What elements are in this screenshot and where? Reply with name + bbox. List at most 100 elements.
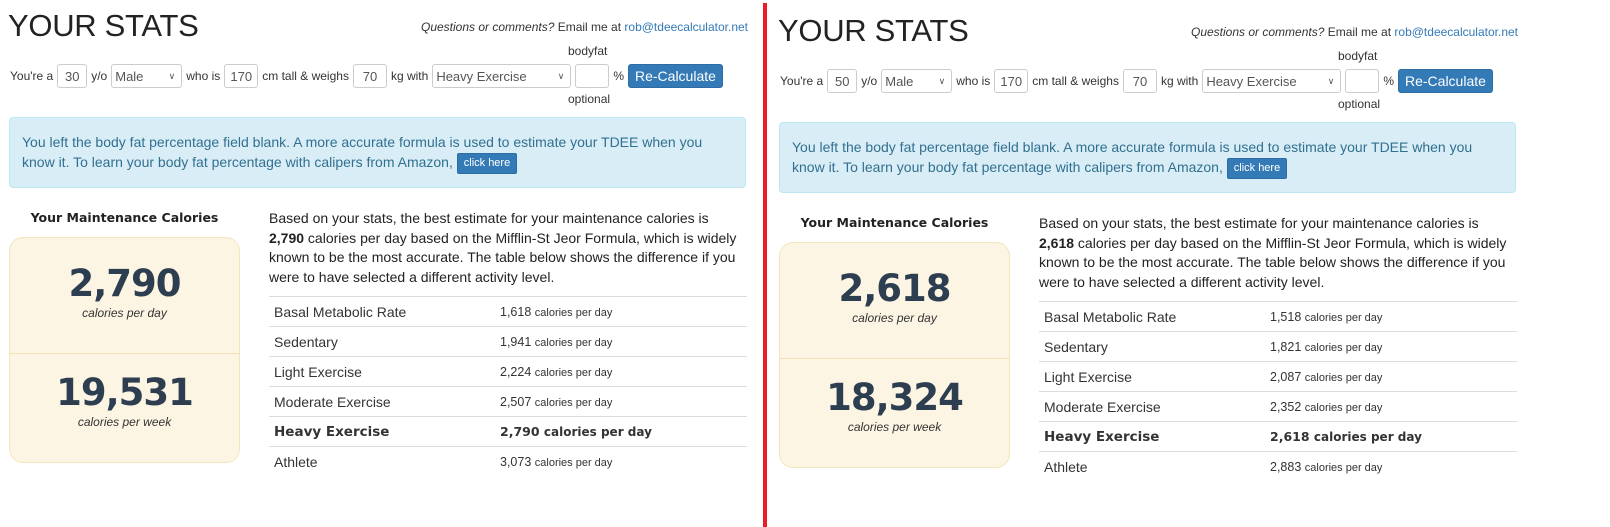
gender-value: Male <box>885 73 914 89</box>
weight-input[interactable]: 70 <box>352 64 387 88</box>
page-title: YOUR STATS <box>8 8 199 43</box>
calories-per-week-value: 18,324 <box>826 376 964 419</box>
activity-value: Heavy Exercise <box>1206 73 1297 89</box>
table-row: Athlete 3,073 calories per day <box>269 447 747 477</box>
calories-value: 1,941 calories per day <box>500 335 612 349</box>
height-input[interactable]: 170 <box>994 69 1029 93</box>
activity-level-label: Light Exercise <box>274 363 362 380</box>
calories-unit: calories per day <box>1304 371 1383 384</box>
activity-level-label: Basal Metabolic Rate <box>1044 308 1177 325</box>
email-link[interactable]: rob@tdeecalculator.net <box>624 20 748 34</box>
gender-select[interactable]: Male ∨ <box>881 69 953 93</box>
activity-level-label: Heavy Exercise <box>1044 428 1160 445</box>
table-row: Moderate Exercise 2,507 calories per day <box>269 387 747 417</box>
activity-select[interactable]: Heavy Exercise ∨ <box>1202 69 1342 93</box>
contact-mid: Email me at <box>554 20 625 34</box>
calories-value: 1,518 calories per day <box>1270 310 1382 324</box>
optional-label: optional <box>1338 97 1381 111</box>
recalculate-button[interactable]: Re-Calculate <box>1397 69 1493 93</box>
age-input[interactable]: 50 <box>827 69 858 93</box>
table-row: Heavy Exercise 2,790 calories per day <box>269 417 747 447</box>
activity-level-label: Moderate Exercise <box>274 393 391 410</box>
calories-number: 2,352 <box>1270 399 1302 414</box>
calories-unit: calories per day <box>534 306 613 319</box>
calories-unit: calories per day <box>1313 430 1422 444</box>
yo-label: y/o <box>861 74 878 88</box>
table-row: Athlete 2,883 calories per day <box>1039 452 1517 482</box>
table-row: Heavy Exercise 2,618 calories per day <box>1039 422 1517 452</box>
stats-panel: YOUR STATS Questions or comments? Email … <box>0 0 760 520</box>
contact-line: Questions or comments? Email me at rob@t… <box>421 20 748 34</box>
cm-tall-label: cm tall & weighs <box>1032 74 1119 88</box>
activity-level-label: Athlete <box>1044 459 1088 475</box>
bodyfat-input[interactable] <box>1345 69 1380 93</box>
calories-per-day-value: 2,618 <box>838 267 951 310</box>
calories-value: 3,073 calories per day <box>500 455 612 469</box>
calories-number: 1,821 <box>1270 339 1302 354</box>
activity-select[interactable]: Heavy Exercise ∨ <box>432 64 572 88</box>
weekly-section: 18,324 calories per week <box>780 358 1009 467</box>
gender-select[interactable]: Male ∨ <box>111 64 183 88</box>
weekly-section: 19,531 calories per week <box>10 353 239 462</box>
desc-before: Based on your stats, the best estimate f… <box>269 210 709 226</box>
desc-after: calories per day based on the Mifflin-St… <box>1039 234 1507 290</box>
daily-section: 2,790 calories per day <box>10 238 239 353</box>
calories-value: 2,087 calories per day <box>1270 370 1382 384</box>
activity-level-label: Basal Metabolic Rate <box>274 303 407 320</box>
gender-value: Male <box>115 68 144 84</box>
contact-prefix: Questions or comments? <box>1190 25 1325 39</box>
maintenance-card: 2,618 calories per day 18,324 calories per… <box>779 242 1010 468</box>
calories-per-day-label: calories per day <box>82 306 167 320</box>
description: Based on your stats, the best estimate f… <box>1039 214 1517 292</box>
description: Based on your stats, the best estimate f… <box>269 209 747 287</box>
desc-value: 2,790 <box>269 229 305 246</box>
calories-value: 1,618 calories per day <box>500 305 612 319</box>
calories-unit: calories per day <box>534 366 613 379</box>
activity-value: Heavy Exercise <box>436 68 527 84</box>
weight-input[interactable]: 70 <box>1122 69 1157 93</box>
click-here-button[interactable]: click here <box>1226 157 1288 179</box>
age-input[interactable]: 30 <box>57 64 88 88</box>
recalculate-button[interactable]: Re-Calculate <box>627 64 723 88</box>
bodyfat-input[interactable] <box>575 64 610 88</box>
calories-per-day-value: 2,790 <box>68 262 181 305</box>
calories-value: 2,507 calories per day <box>500 395 612 409</box>
calories-unit: calories per day <box>534 457 613 469</box>
calories-unit: calories per day <box>1304 341 1383 354</box>
chevron-down-icon: ∨ <box>557 70 565 81</box>
desc-before: Based on your stats, the best estimate f… <box>1039 215 1479 231</box>
table-row: Basal Metabolic Rate 1,618 calories per … <box>269 297 747 327</box>
calories-unit: calories per day <box>534 336 613 349</box>
activity-level-label: Light Exercise <box>1044 368 1132 385</box>
calories-per-week-label: calories per week <box>847 420 942 434</box>
table-row: Light Exercise 2,087 calories per day <box>1039 362 1517 392</box>
table-row: Light Exercise 2,224 calories per day <box>269 357 747 387</box>
red-divider <box>763 3 767 527</box>
activity-level-label: Athlete <box>274 454 318 470</box>
youre-a-label: You're a <box>10 69 54 83</box>
kg-with-label: kg with <box>1160 74 1199 88</box>
who-is-label: who is <box>186 69 221 83</box>
table-row: Moderate Exercise 2,352 calories per day <box>1039 392 1517 422</box>
table-row: Sedentary 1,821 calories per day <box>1039 332 1517 362</box>
calories-unit: calories per day <box>1304 401 1383 414</box>
bodyfat-alert: You left the body fat percentage field b… <box>779 122 1516 193</box>
activity-level-label: Heavy Exercise <box>274 423 390 440</box>
bodyfat-alert: You left the body fat percentage field b… <box>9 117 746 188</box>
calories-number: 2,883 <box>1270 460 1302 474</box>
calories-per-week-value: 19,531 <box>56 371 194 414</box>
calories-unit: calories per day <box>1304 462 1383 474</box>
click-here-button[interactable]: click here <box>456 152 518 174</box>
calories-number: 2,507 <box>500 394 532 409</box>
calories-value: 2,883 calories per day <box>1270 460 1382 474</box>
calories-per-day-label: calories per day <box>852 311 937 325</box>
desc-after: calories per day based on the Mifflin-St… <box>269 229 737 285</box>
height-input[interactable]: 170 <box>224 64 259 88</box>
table-row: Sedentary 1,941 calories per day <box>269 327 747 357</box>
calories-number: 3,073 <box>500 455 532 469</box>
email-link[interactable]: rob@tdeecalculator.net <box>1394 25 1518 39</box>
chevron-down-icon: ∨ <box>1327 75 1335 86</box>
stats-form: You're a 30 y/o Male ∨ who is 170 cm tall… <box>10 64 723 88</box>
calories-unit: calories per day <box>543 425 652 439</box>
alert-text: You left the body fat percentage field b… <box>792 139 1473 175</box>
